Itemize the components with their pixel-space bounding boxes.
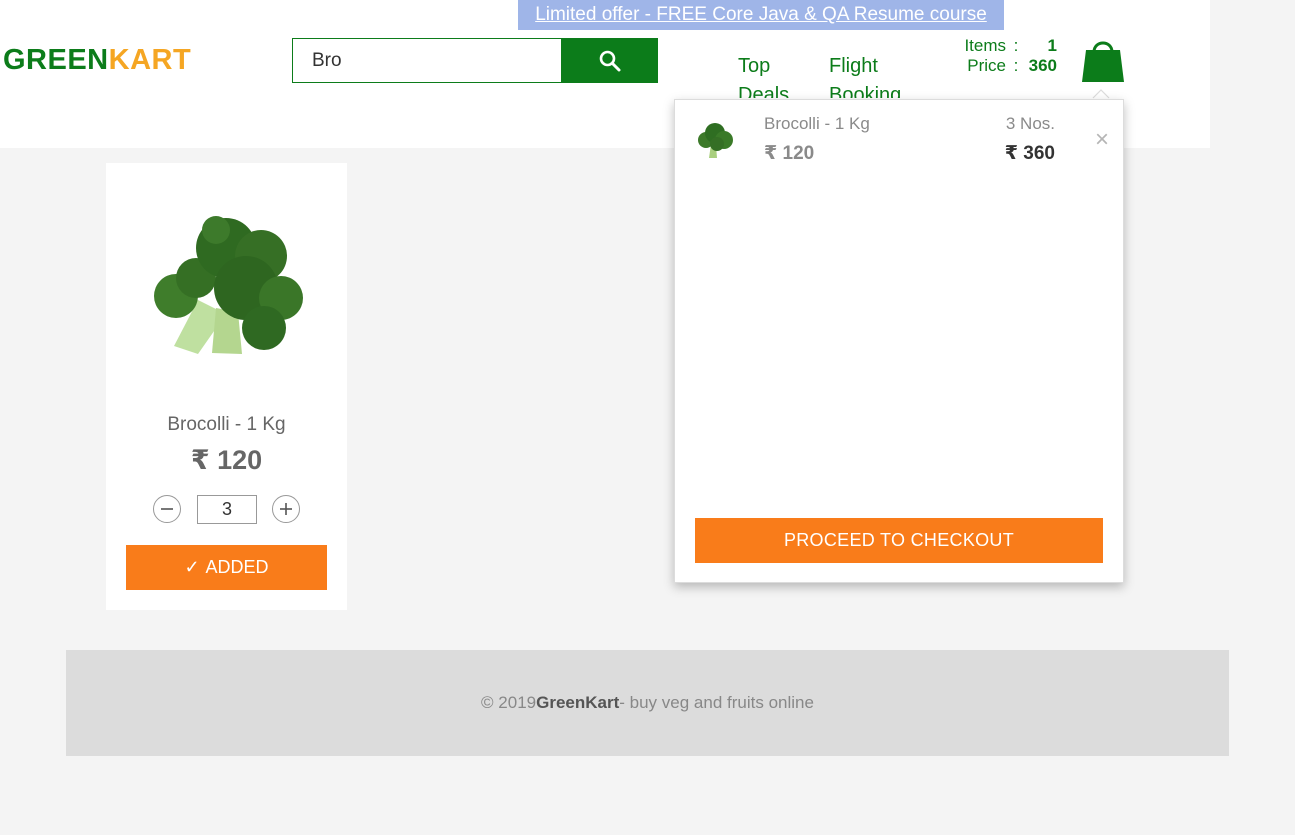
footer-tagline: - buy veg and fruits online [619,693,814,712]
site-footer: © 2019 GreenKart - buy veg and fruits on… [66,650,1229,756]
broccoli-image [154,216,303,354]
cart-items-label: Items [964,36,1006,55]
shopping-bag-icon [1082,41,1124,82]
search-icon [599,50,620,71]
cart-price-row: Price : 360 [950,56,1060,76]
cart-price-label: Price [967,56,1006,75]
promo-banner: Limited offer - FREE Core Java & QA Resu… [518,0,1004,30]
cart-items-separator: : [1013,36,1019,55]
promo-link[interactable]: Limited offer - FREE Core Java & QA Resu… [535,4,987,26]
broccoli-thumbnail [698,123,733,158]
nav-link-flight-booking[interactable]: Flight Booking [829,52,919,98]
add-to-cart-label: ADDED [205,557,269,577]
search-input[interactable] [292,38,562,83]
check-icon: ✓ [184,557,200,577]
remove-item-icon[interactable]: × [1095,126,1109,154]
proceed-to-checkout-button[interactable]: PROCEED TO CHECKOUT [695,518,1103,563]
footer-brand: GreenKart [536,693,620,712]
quantity-input[interactable] [197,495,257,524]
cart-price-separator: : [1013,56,1019,75]
cart-preview-item: Brocolli - 1 Kg ₹ 120 3 Nos. ₹ 360 × [675,100,1123,180]
cart-preview-item-amount: ₹ 360 [1004,143,1055,164]
increment-button[interactable] [272,495,300,523]
brand-logo[interactable]: GREENKART [3,44,191,77]
cart-items-row: Items : 1 [950,36,1060,56]
product-name: Brocolli - 1 Kg [167,414,286,435]
product-price: ₹ 120 [190,445,263,475]
search-button[interactable] [561,38,658,83]
cart-info: Items : 1 Price : 360 [950,36,1060,76]
cart-preview-item-price: ₹ 120 [764,143,815,164]
brand-logo-green: GREEN [3,44,109,76]
add-to-cart-button[interactable]: ✓ ADDED [126,545,327,590]
decrement-button[interactable] [153,495,181,523]
cart-preview-item-name: Brocolli - 1 Kg [764,114,870,133]
cart-preview: Brocolli - 1 Kg ₹ 120 3 Nos. ₹ 360 × PRO… [674,99,1124,583]
cart-price-total: 360 [1028,56,1057,75]
cart-icon[interactable] [1080,36,1126,84]
product-card: Brocolli - 1 Kg ₹ 120 ✓ ADDED [106,163,347,610]
cart-preview-item-quantity: 3 Nos. [1005,114,1055,133]
minus-icon [161,508,173,510]
nav-link-top-deals[interactable]: Top Deals [738,52,818,98]
cart-items-count: 1 [1047,36,1057,55]
plus-icon [280,503,292,515]
brand-logo-kart: KART [108,44,192,76]
footer-copyright: © 2019 [481,693,537,712]
